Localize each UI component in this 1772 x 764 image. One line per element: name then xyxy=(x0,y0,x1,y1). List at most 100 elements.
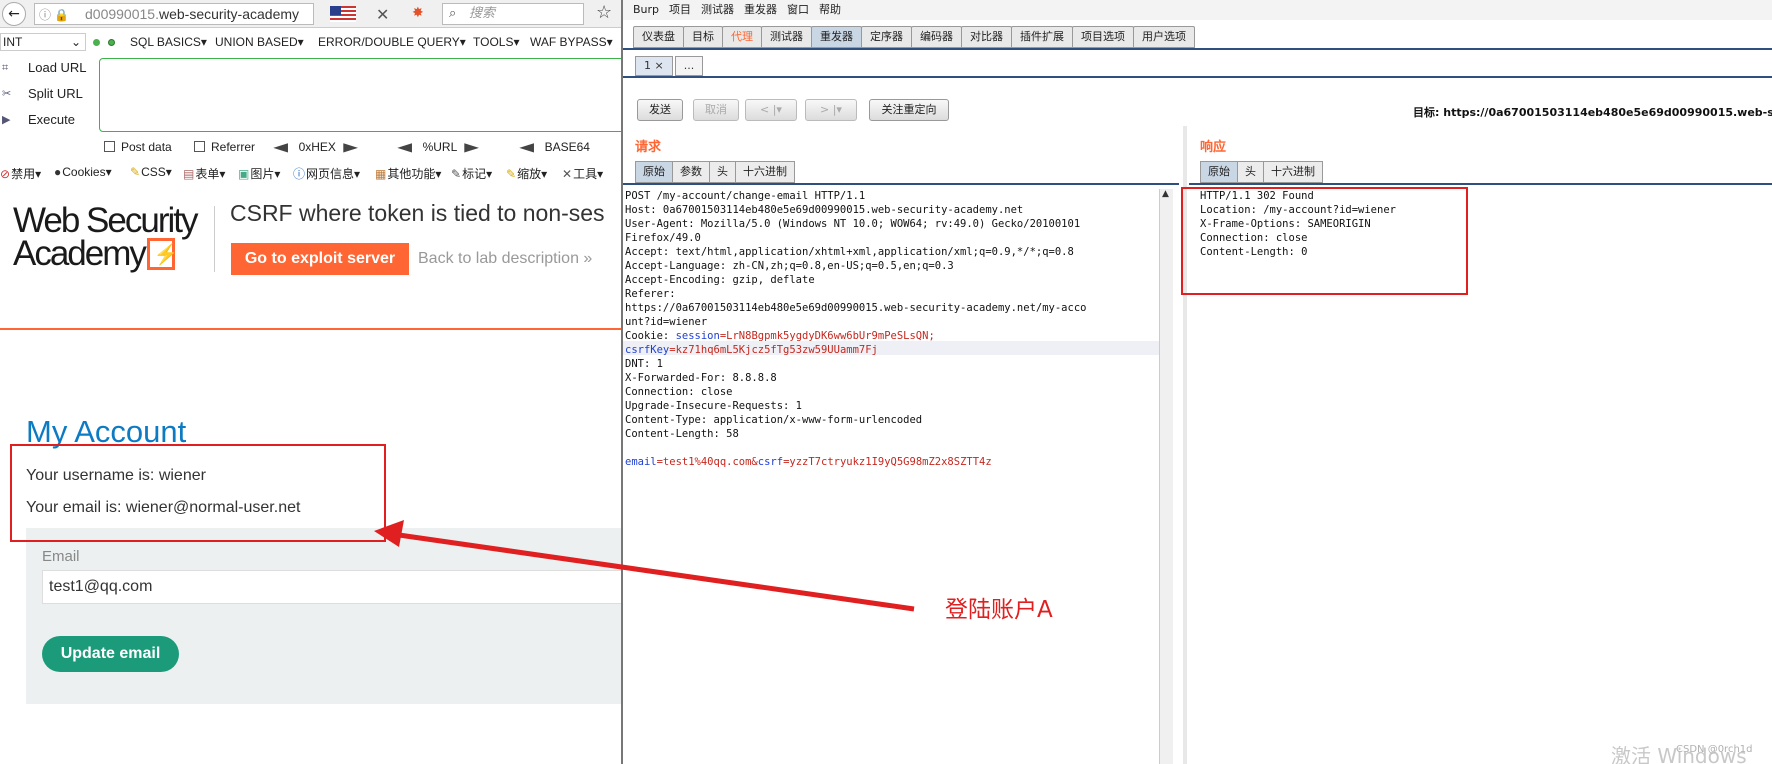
repeater-tab-new[interactable]: ... xyxy=(674,56,704,76)
cancel-button[interactable]: 取消 xyxy=(693,99,739,121)
lab-title: CSRF where token is tied to non-ses xyxy=(230,200,605,226)
menu-union-based[interactable]: UNION BASED▾ xyxy=(215,35,304,49)
toolbar-forms[interactable]: ▤表单▾ xyxy=(183,165,225,182)
hackbar-green-icon[interactable] xyxy=(93,39,100,46)
request-tab-hex[interactable]: 十六进制 xyxy=(735,161,795,183)
hackbar-addon-icon[interactable]: ✸ xyxy=(412,5,424,21)
hex-encode-control[interactable]: ◀ 0xHEX ▶ xyxy=(273,140,358,154)
tab-target[interactable]: 目标 xyxy=(683,26,723,48)
tab-comparer[interactable]: 对比器 xyxy=(961,26,1012,48)
tab-proxy[interactable]: 代理 xyxy=(722,26,762,48)
repeater-tab-1[interactable]: 1 × xyxy=(635,56,673,76)
toolbar-disable-label: 禁用▾ xyxy=(11,167,42,181)
url-enc-label: %URL xyxy=(422,140,458,154)
menu-repeater[interactable]: 重发器 xyxy=(744,3,777,16)
hackbar-select-value: INT xyxy=(3,35,23,49)
outline-pen-icon: ✎ xyxy=(451,167,462,181)
logo-line1: Web Security xyxy=(13,201,198,240)
toolbar-page-info[interactable]: ⓘ网页信息▾ xyxy=(293,165,360,182)
previous-button[interactable]: < |▾ xyxy=(745,99,797,121)
base64-control[interactable]: ◀ BASE64 xyxy=(519,140,590,154)
response-view-tabs: 原始头十六进制 xyxy=(1200,161,1323,183)
menu-sql-basics[interactable]: SQL BASICS▾ xyxy=(130,35,207,49)
referrer-checkbox[interactable]: Referrer xyxy=(194,140,255,154)
menu-error-double-query[interactable]: ERROR/DOUBLE QUERY▾ xyxy=(318,35,466,49)
request-line: Host: 0a67001503114eb480e5e69d00990015.w… xyxy=(625,204,1024,216)
us-flag-icon[interactable] xyxy=(330,6,356,22)
email-field[interactable]: test1@qq.com xyxy=(42,570,621,604)
arrow-left-icon: ◀ xyxy=(519,140,535,154)
toolbar-outline[interactable]: ✎标记▾ xyxy=(451,165,492,182)
request-line: Firefox/49.0 xyxy=(625,232,701,244)
url-host-prefix: d00990015. xyxy=(85,6,159,22)
follow-redirect-button[interactable]: 关注重定向 xyxy=(869,99,949,121)
menu-help[interactable]: 帮助 xyxy=(819,3,841,16)
menu-burp[interactable]: Burp xyxy=(633,3,659,16)
toolbar-images-label: 图片▾ xyxy=(250,167,281,181)
menu-tools[interactable]: TOOLS▾ xyxy=(473,35,519,49)
request-line: Upgrade-Insecure-Requests: 1 xyxy=(625,400,803,412)
body-email-value: =test1%40qq.com& xyxy=(656,456,758,468)
toolbar-css[interactable]: ✎CSS▾ xyxy=(130,165,172,179)
tab-repeater[interactable]: 重发器 xyxy=(811,26,862,48)
csrfkey-line: csrfKey=kz71hq6mL5Kjcz5fTg53zw59UUamm7Fj xyxy=(625,343,1157,357)
load-url-icon: ⌗ xyxy=(2,62,9,74)
request-editor[interactable]: POST /my-account/change-email HTTP/1.1 Ho… xyxy=(625,189,1157,764)
referrer-label: Referrer xyxy=(211,140,256,154)
account-info-highlight-box xyxy=(10,444,386,542)
back-to-lab-description-link[interactable]: Back to lab description » xyxy=(418,250,592,268)
post-data-label: Post data xyxy=(121,140,172,154)
toolbar-images[interactable]: ▣图片▾ xyxy=(238,165,280,182)
menu-window[interactable]: 窗口 xyxy=(787,3,809,16)
tab-user-options[interactable]: 用户选项 xyxy=(1133,26,1195,48)
response-tab-raw[interactable]: 原始 xyxy=(1200,161,1238,183)
back-arrow-icon[interactable]: ← xyxy=(2,2,26,26)
url-encode-control[interactable]: ◀ %URL ▶ xyxy=(397,140,479,154)
request-tab-params[interactable]: 参数 xyxy=(672,161,710,183)
web-security-academy-logo[interactable]: Web Security Academy xyxy=(13,201,198,272)
toolbar-misc[interactable]: ▦其他功能▾ xyxy=(375,165,441,182)
response-tab-hex[interactable]: 十六进制 xyxy=(1263,161,1323,183)
go-to-exploit-server-button[interactable]: Go to exploit server xyxy=(231,243,409,275)
tab-extender[interactable]: 插件扩展 xyxy=(1011,26,1073,48)
tab-sequencer[interactable]: 定序器 xyxy=(861,26,912,48)
scroll-up-icon[interactable]: ▲ xyxy=(1162,189,1169,199)
toolbar-disable[interactable]: ⊘禁用▾ xyxy=(0,165,41,182)
toolbar-zoom[interactable]: ✎缩放▾ xyxy=(506,165,547,182)
menu-project[interactable]: 项目 xyxy=(669,3,691,16)
execute-label: Execute xyxy=(28,112,75,127)
update-email-button[interactable]: Update email xyxy=(42,636,179,672)
tab-intruder[interactable]: 测试器 xyxy=(761,26,812,48)
firefox-nav-bar: ← ⓘ 🔒 d00990015.web-security-academy ✕ ✸… xyxy=(0,0,621,28)
request-line: Accept: text/html,application/xhtml+xml,… xyxy=(625,246,1074,258)
bookmark-star-icon[interactable]: ☆ xyxy=(596,2,612,23)
hackbar-enable-icon[interactable] xyxy=(108,39,115,46)
body-csrf-value: =yzzT7ctryukz1I9yQ5G98mZ2x8SZTT4z xyxy=(783,456,992,468)
email-label: Email xyxy=(42,548,80,565)
menu-waf-bypass[interactable]: WAF BYPASS▾ xyxy=(530,35,613,49)
menu-intruder[interactable]: 测试器 xyxy=(701,3,734,16)
send-button[interactable]: 发送 xyxy=(637,99,683,121)
response-tab-headers[interactable]: 头 xyxy=(1237,161,1264,183)
request-tab-raw[interactable]: 原始 xyxy=(635,161,673,183)
tab-project-options[interactable]: 项目选项 xyxy=(1072,26,1134,48)
request-tab-headers[interactable]: 头 xyxy=(709,161,736,183)
next-button[interactable]: > |▾ xyxy=(805,99,857,121)
toolbar-tools[interactable]: ✕工具▾ xyxy=(562,165,603,182)
split-url-button[interactable]: ✂ Split URL xyxy=(0,84,95,110)
execute-button[interactable]: ▶ Execute xyxy=(0,110,95,136)
url-bar[interactable]: ⓘ 🔒 d00990015.web-security-academy xyxy=(34,3,314,25)
close-icon[interactable]: ✕ xyxy=(376,5,389,24)
hackbar-url-textarea[interactable] xyxy=(99,58,621,132)
burp-suite-window: Burp 项目 测试器 重发器 窗口 帮助 仪表盘 目标 代理 测试器 重发器 定序器 编码器 对比器插… xyxy=(621,0,1772,764)
search-input[interactable]: ⌕ 搜索 xyxy=(442,3,584,25)
hackbar-type-select[interactable]: INT ⌄ xyxy=(0,33,86,51)
tab-dashboard[interactable]: 仪表盘 xyxy=(633,26,684,48)
tab-decoder[interactable]: 编码器 xyxy=(911,26,962,48)
request-line: Connection: close xyxy=(625,386,733,398)
request-scrollbar[interactable]: ▲ xyxy=(1159,189,1173,764)
load-url-button[interactable]: ⌗ Load URL xyxy=(0,58,95,84)
toolbar-cookies[interactable]: ●Cookies▾ xyxy=(54,165,112,179)
post-data-checkbox[interactable]: Post data xyxy=(104,140,172,154)
target-host[interactable]: 目标: https://0a67001503114eb480e5e69d0099… xyxy=(1413,104,1772,120)
